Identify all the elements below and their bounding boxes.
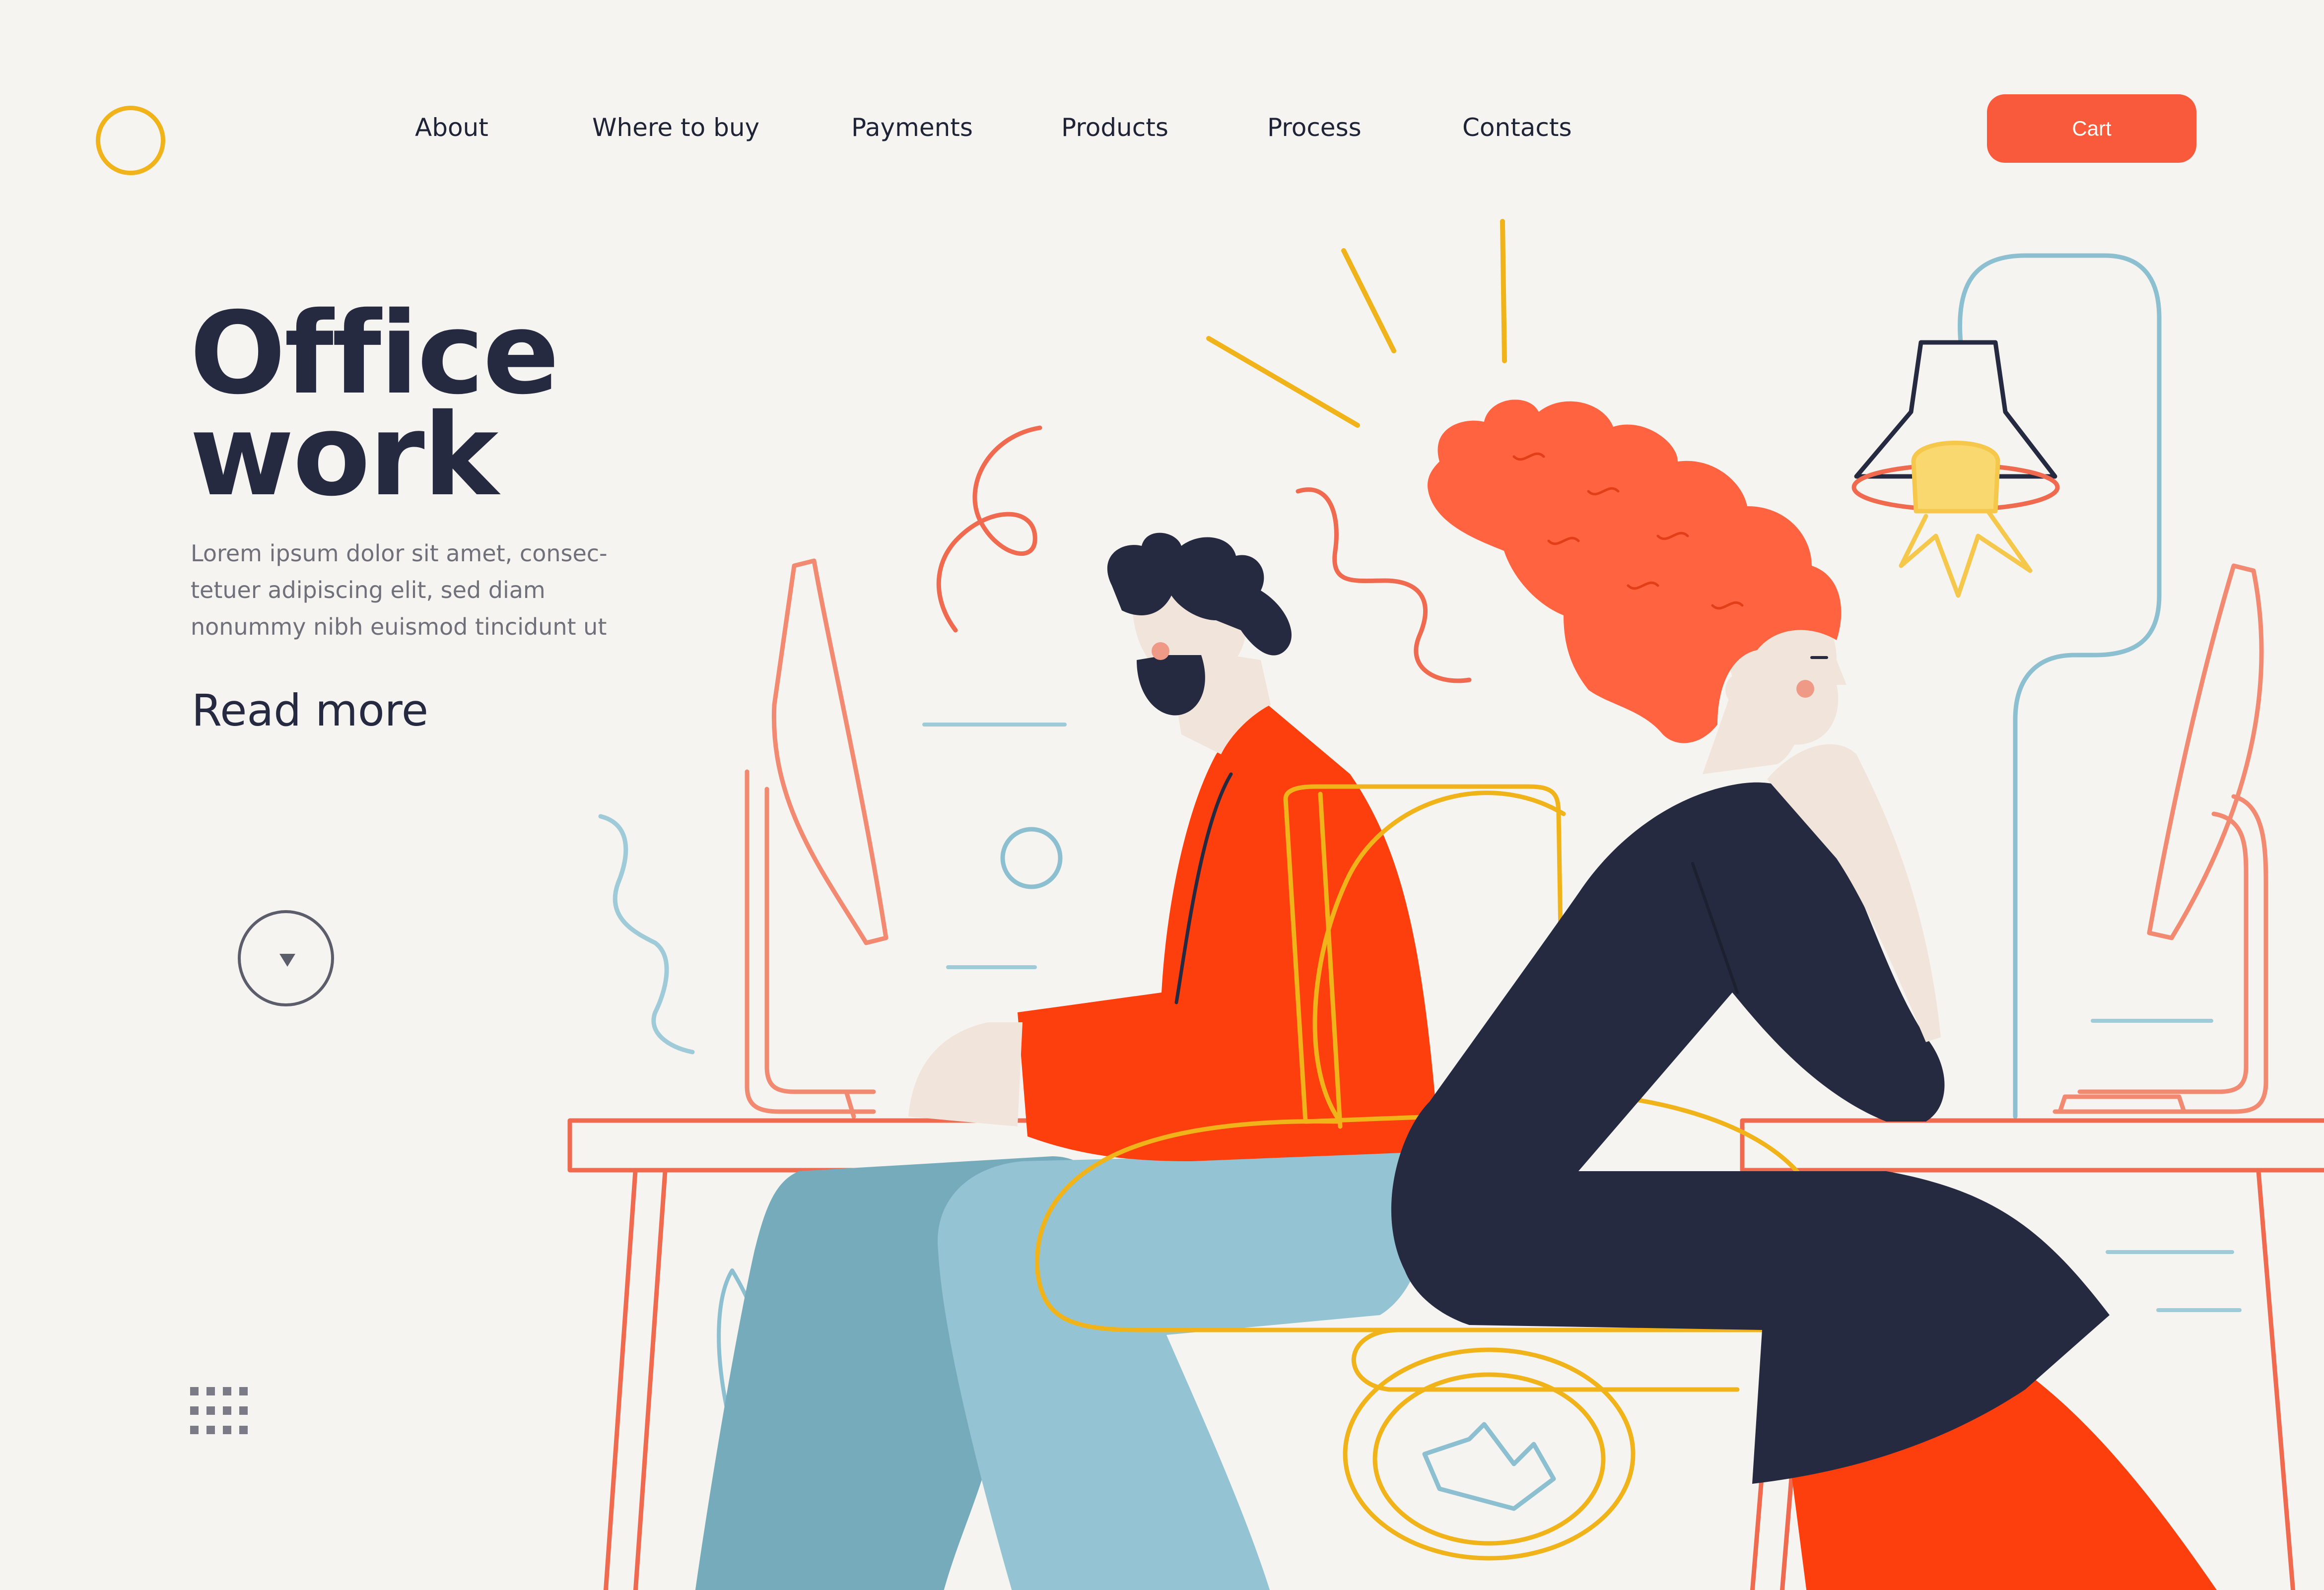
woman-figure <box>1391 399 2217 1590</box>
office-work-illustration <box>567 219 2324 1590</box>
squiggle-blue <box>598 814 695 1055</box>
ring-blue <box>1000 827 1063 889</box>
burst-lines <box>1206 219 1507 428</box>
monitor-right <box>2052 563 2268 1114</box>
squiggle-orange-mid <box>1296 487 1472 683</box>
monitor-left <box>745 558 889 1119</box>
man-figure <box>695 532 1439 1590</box>
lamp <box>1851 253 2162 1119</box>
squiggle-orange-left <box>936 425 1042 633</box>
